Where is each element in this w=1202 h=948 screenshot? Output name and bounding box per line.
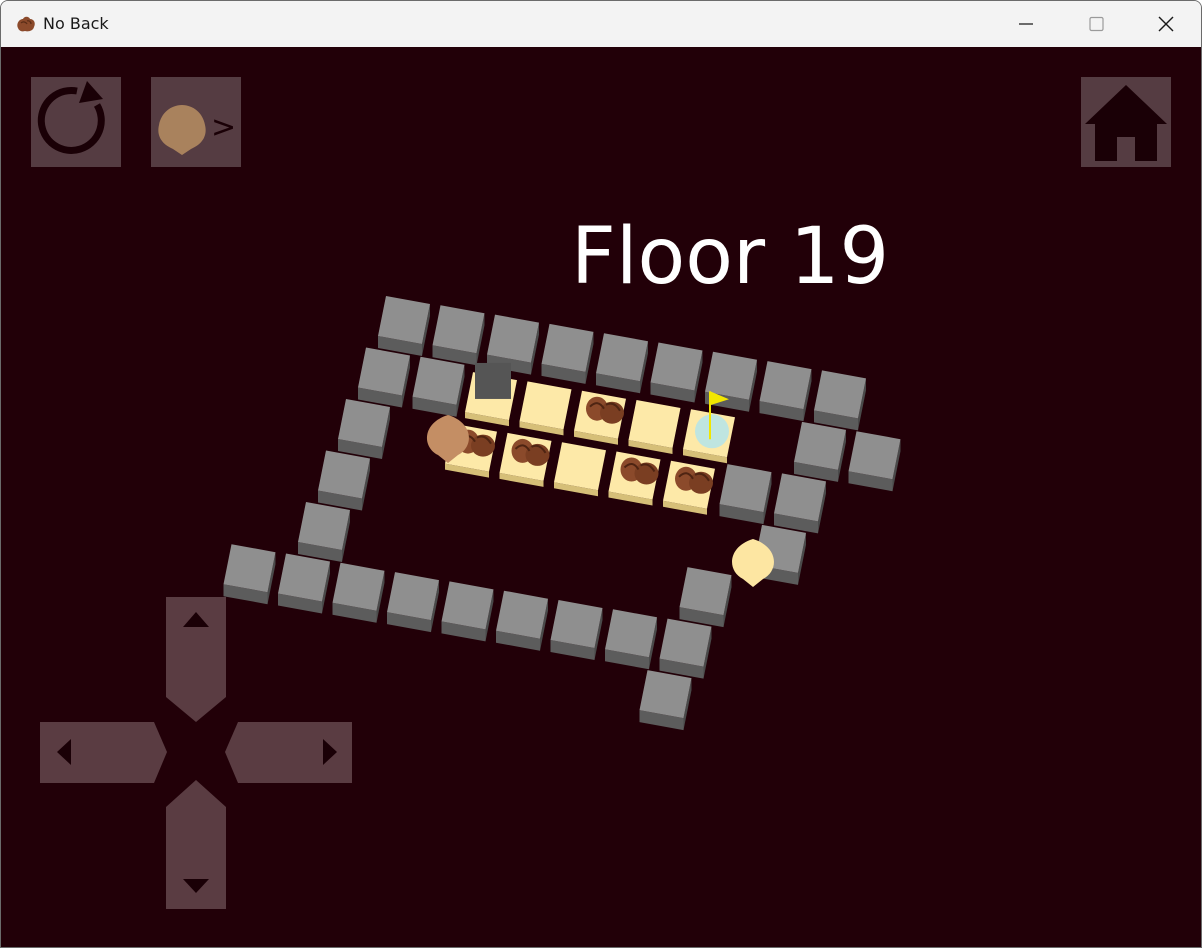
minimize-icon [1019, 23, 1033, 25]
dpad-left-button[interactable] [40, 722, 167, 783]
maximize-icon [1089, 16, 1104, 32]
close-icon [1158, 16, 1174, 32]
maximize-button[interactable] [1061, 1, 1131, 47]
app-window: No Back > Floor 19 [0, 0, 1202, 948]
window-title: No Back [43, 14, 109, 33]
game-canvas: > Floor 19 [1, 47, 1201, 947]
close-button[interactable] [1131, 1, 1201, 47]
title-bar: No Back [1, 1, 1201, 47]
rock-icon [17, 16, 35, 32]
dpad-up-button[interactable] [166, 597, 226, 722]
minimize-button[interactable] [991, 1, 1061, 47]
dpad-right-button[interactable] [225, 722, 352, 783]
dpad-down-button[interactable] [166, 780, 226, 909]
